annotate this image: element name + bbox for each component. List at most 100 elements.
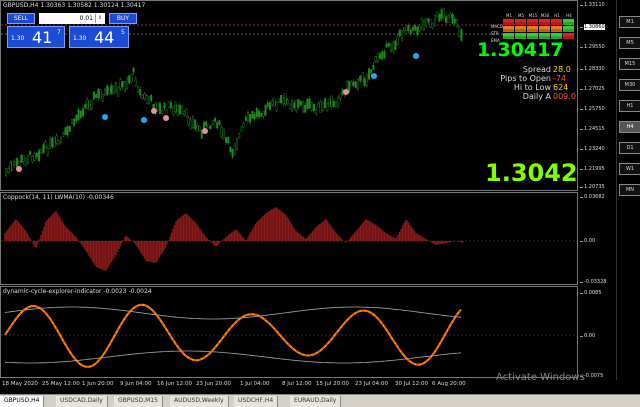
candle-body: [282, 96, 285, 104]
candle-body: [20, 154, 23, 163]
candle-body: [119, 79, 122, 89]
lot-spinner-icon[interactable]: ⇕: [95, 14, 104, 23]
candle-body: [224, 137, 227, 143]
timeframe-m15[interactable]: M15: [619, 58, 640, 70]
price-scale-label: 1.24515: [580, 126, 605, 132]
chart-tab[interactable]: GBPUSD,H4: [0, 396, 45, 407]
candle-body: [57, 140, 60, 144]
candle-body: [291, 100, 294, 111]
timeframe-m5[interactable]: M5: [619, 37, 640, 49]
sell-quote-point: 7: [57, 29, 61, 36]
candle-body: [64, 127, 67, 135]
buy-quote-pips: 44: [94, 28, 115, 47]
stats-label: Pips to Open: [500, 74, 551, 83]
timeframe-h1[interactable]: H1: [619, 100, 640, 112]
dashboard-cell: [503, 29, 514, 32]
candle-body: [284, 93, 287, 105]
timeframe-mn[interactable]: MN: [619, 184, 640, 196]
dashboard-cell: [563, 29, 574, 32]
candle-body: [235, 138, 238, 150]
candle-body: [398, 29, 401, 37]
lot-size-input[interactable]: 0.01 ⇕: [39, 13, 105, 24]
coppock-pane[interactable]: Coppock(14, 11) LWMA(10) -0.00346: [0, 192, 578, 285]
one-click-trading-panel: SELL 0.01 ⇕ BUY 1.30 41 7 1.30 44 5: [5, 11, 137, 50]
sell-quote[interactable]: 1.30 41 7: [7, 26, 65, 48]
candle-body: [132, 67, 135, 73]
candle-body: [183, 111, 186, 115]
signal-dot: [163, 115, 169, 121]
candle-body: [425, 18, 428, 26]
candle-body: [394, 40, 397, 51]
buy-button[interactable]: BUY: [109, 13, 137, 24]
candle-body: [150, 94, 153, 101]
candle-body: [306, 98, 309, 109]
timeframe-w1[interactable]: W1: [619, 163, 640, 175]
stats-label: Spread: [522, 65, 551, 74]
candle-body: [29, 151, 32, 156]
candle-body: [101, 93, 104, 102]
chart-tab[interactable]: EURAUD,Daily: [290, 396, 342, 407]
candle-body: [187, 117, 190, 125]
stats-row: Pips to Open -74: [497, 74, 575, 83]
candle-body: [31, 155, 34, 162]
candle-body: [218, 120, 221, 125]
candle-body: [27, 155, 30, 164]
candle-body: [251, 111, 254, 119]
candle-body: [310, 102, 313, 111]
big-price-label: 1.3042: [485, 159, 578, 187]
timeframe-h4[interactable]: H4: [619, 121, 640, 133]
cycle-header: dynamic-cycle-explorer-indicator -0.0023…: [3, 288, 152, 295]
signal-dot: [141, 117, 147, 123]
candle-body: [66, 126, 69, 136]
candle-body: [253, 114, 256, 119]
candle-body: [53, 137, 56, 148]
signal-dot: [413, 53, 419, 59]
price-scale[interactable]: 1.33110 1.30860 1.29550 1.28330 1.27025 1.257…: [579, 0, 614, 380]
candle-body: [302, 102, 305, 112]
candle-body: [130, 74, 133, 83]
cycle-pane[interactable]: dynamic-cycle-explorer-indicator -0.0023…: [0, 286, 578, 378]
candle-body: [337, 97, 340, 106]
price-pane[interactable]: GBPUSD,H4 1.30363 1.30582 1.30124 1.3041…: [0, 0, 578, 191]
chart-tab[interactable]: AUDUSD,Weekly: [170, 396, 229, 407]
candle-body: [271, 100, 274, 105]
candle-body: [288, 103, 291, 109]
candle-body: [273, 97, 276, 107]
timeframe-d1[interactable]: D1: [619, 142, 640, 154]
candle-body: [357, 79, 360, 90]
candle-body: [44, 141, 47, 148]
dashboard-cell: [527, 29, 538, 32]
buy-quote[interactable]: 1.30 44 5: [69, 26, 129, 48]
candle-body: [434, 15, 437, 27]
timeframe-bar: M1 M5 M15 M30 H1 H4 D1 W1 MN: [616, 0, 640, 380]
signal-dot: [343, 89, 349, 95]
candle-body: [427, 18, 430, 22]
candle-body: [390, 44, 393, 52]
candle-body: [286, 99, 289, 104]
candle-body: [379, 53, 382, 59]
candle-body: [18, 160, 21, 167]
candle-body: [4, 168, 7, 177]
chart-tab[interactable]: USDCAD,Daily: [56, 396, 108, 407]
candle-body: [38, 150, 41, 162]
candle-body: [365, 75, 368, 86]
sell-button[interactable]: SELL: [7, 13, 35, 24]
chart-tab[interactable]: USDCHF,H4: [234, 396, 279, 407]
candle-body: [299, 100, 302, 106]
candle-body: [165, 109, 168, 114]
time-axis-label: 30 Jul 12:00: [395, 381, 428, 387]
candle-body: [335, 102, 338, 107]
candle-body: [440, 9, 443, 19]
timeframe-m1[interactable]: M1: [619, 16, 640, 28]
candle-body: [22, 155, 25, 162]
stats-row: Daily A 009.0: [497, 92, 576, 101]
candle-body: [460, 29, 463, 41]
candle-body: [174, 102, 177, 112]
timeframe-m30[interactable]: M30: [619, 79, 640, 91]
lot-size-value: 0.01: [79, 15, 93, 22]
signal-dot: [202, 128, 208, 134]
stats-label: Daily A: [522, 92, 551, 101]
candle-body: [33, 153, 36, 161]
candle-body: [420, 18, 423, 28]
chart-tab[interactable]: GBPUSD,M15: [114, 396, 163, 407]
